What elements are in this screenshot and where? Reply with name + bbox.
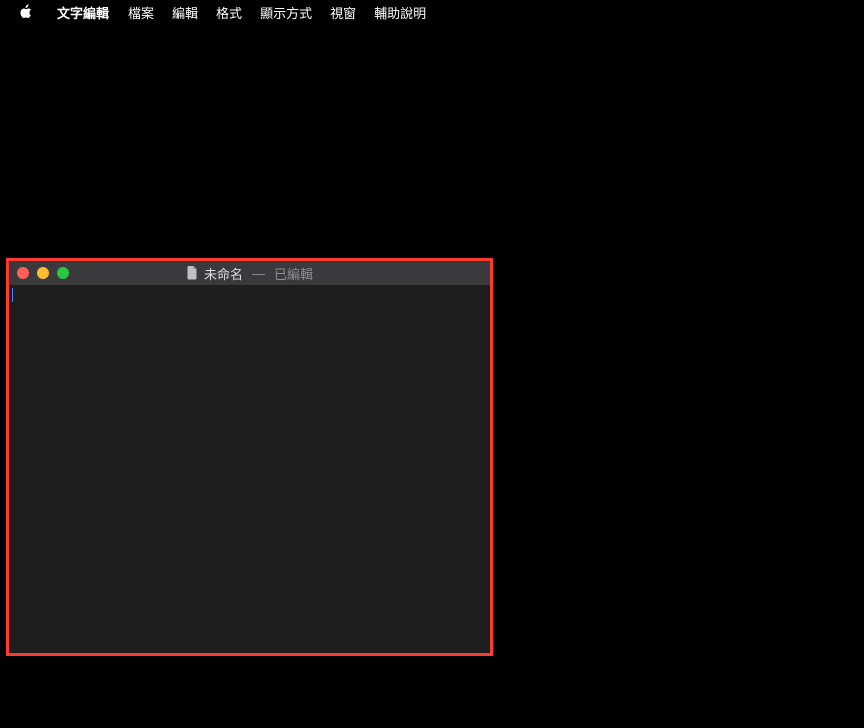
menubar: 文字編輯 檔案 編輯 格式 顯示方式 視窗 輔助說明 [0,0,864,24]
text-editor-area[interactable] [9,285,490,653]
traffic-lights [17,267,69,279]
menu-app-name[interactable]: 文字編輯 [48,0,119,25]
menu-file[interactable]: 檔案 [119,0,163,25]
menu-help[interactable]: 輔助說明 [365,0,435,25]
apple-logo-icon[interactable] [18,4,32,20]
menu-edit[interactable]: 編輯 [163,0,207,25]
title-container: 未命名 — 已編輯 [186,264,313,283]
title-separator: — [252,266,265,281]
textedit-window: 未命名 — 已編輯 [6,258,493,656]
window-title: 未命名 [204,264,243,283]
menu-window[interactable]: 視窗 [321,0,365,25]
menu-view[interactable]: 顯示方式 [251,0,321,25]
document-icon [186,266,198,280]
text-cursor [12,288,13,302]
close-button[interactable] [17,267,29,279]
window-status: 已編輯 [274,264,313,283]
maximize-button[interactable] [57,267,69,279]
window-titlebar[interactable]: 未命名 — 已編輯 [9,261,490,285]
minimize-button[interactable] [37,267,49,279]
menu-format[interactable]: 格式 [207,0,251,25]
